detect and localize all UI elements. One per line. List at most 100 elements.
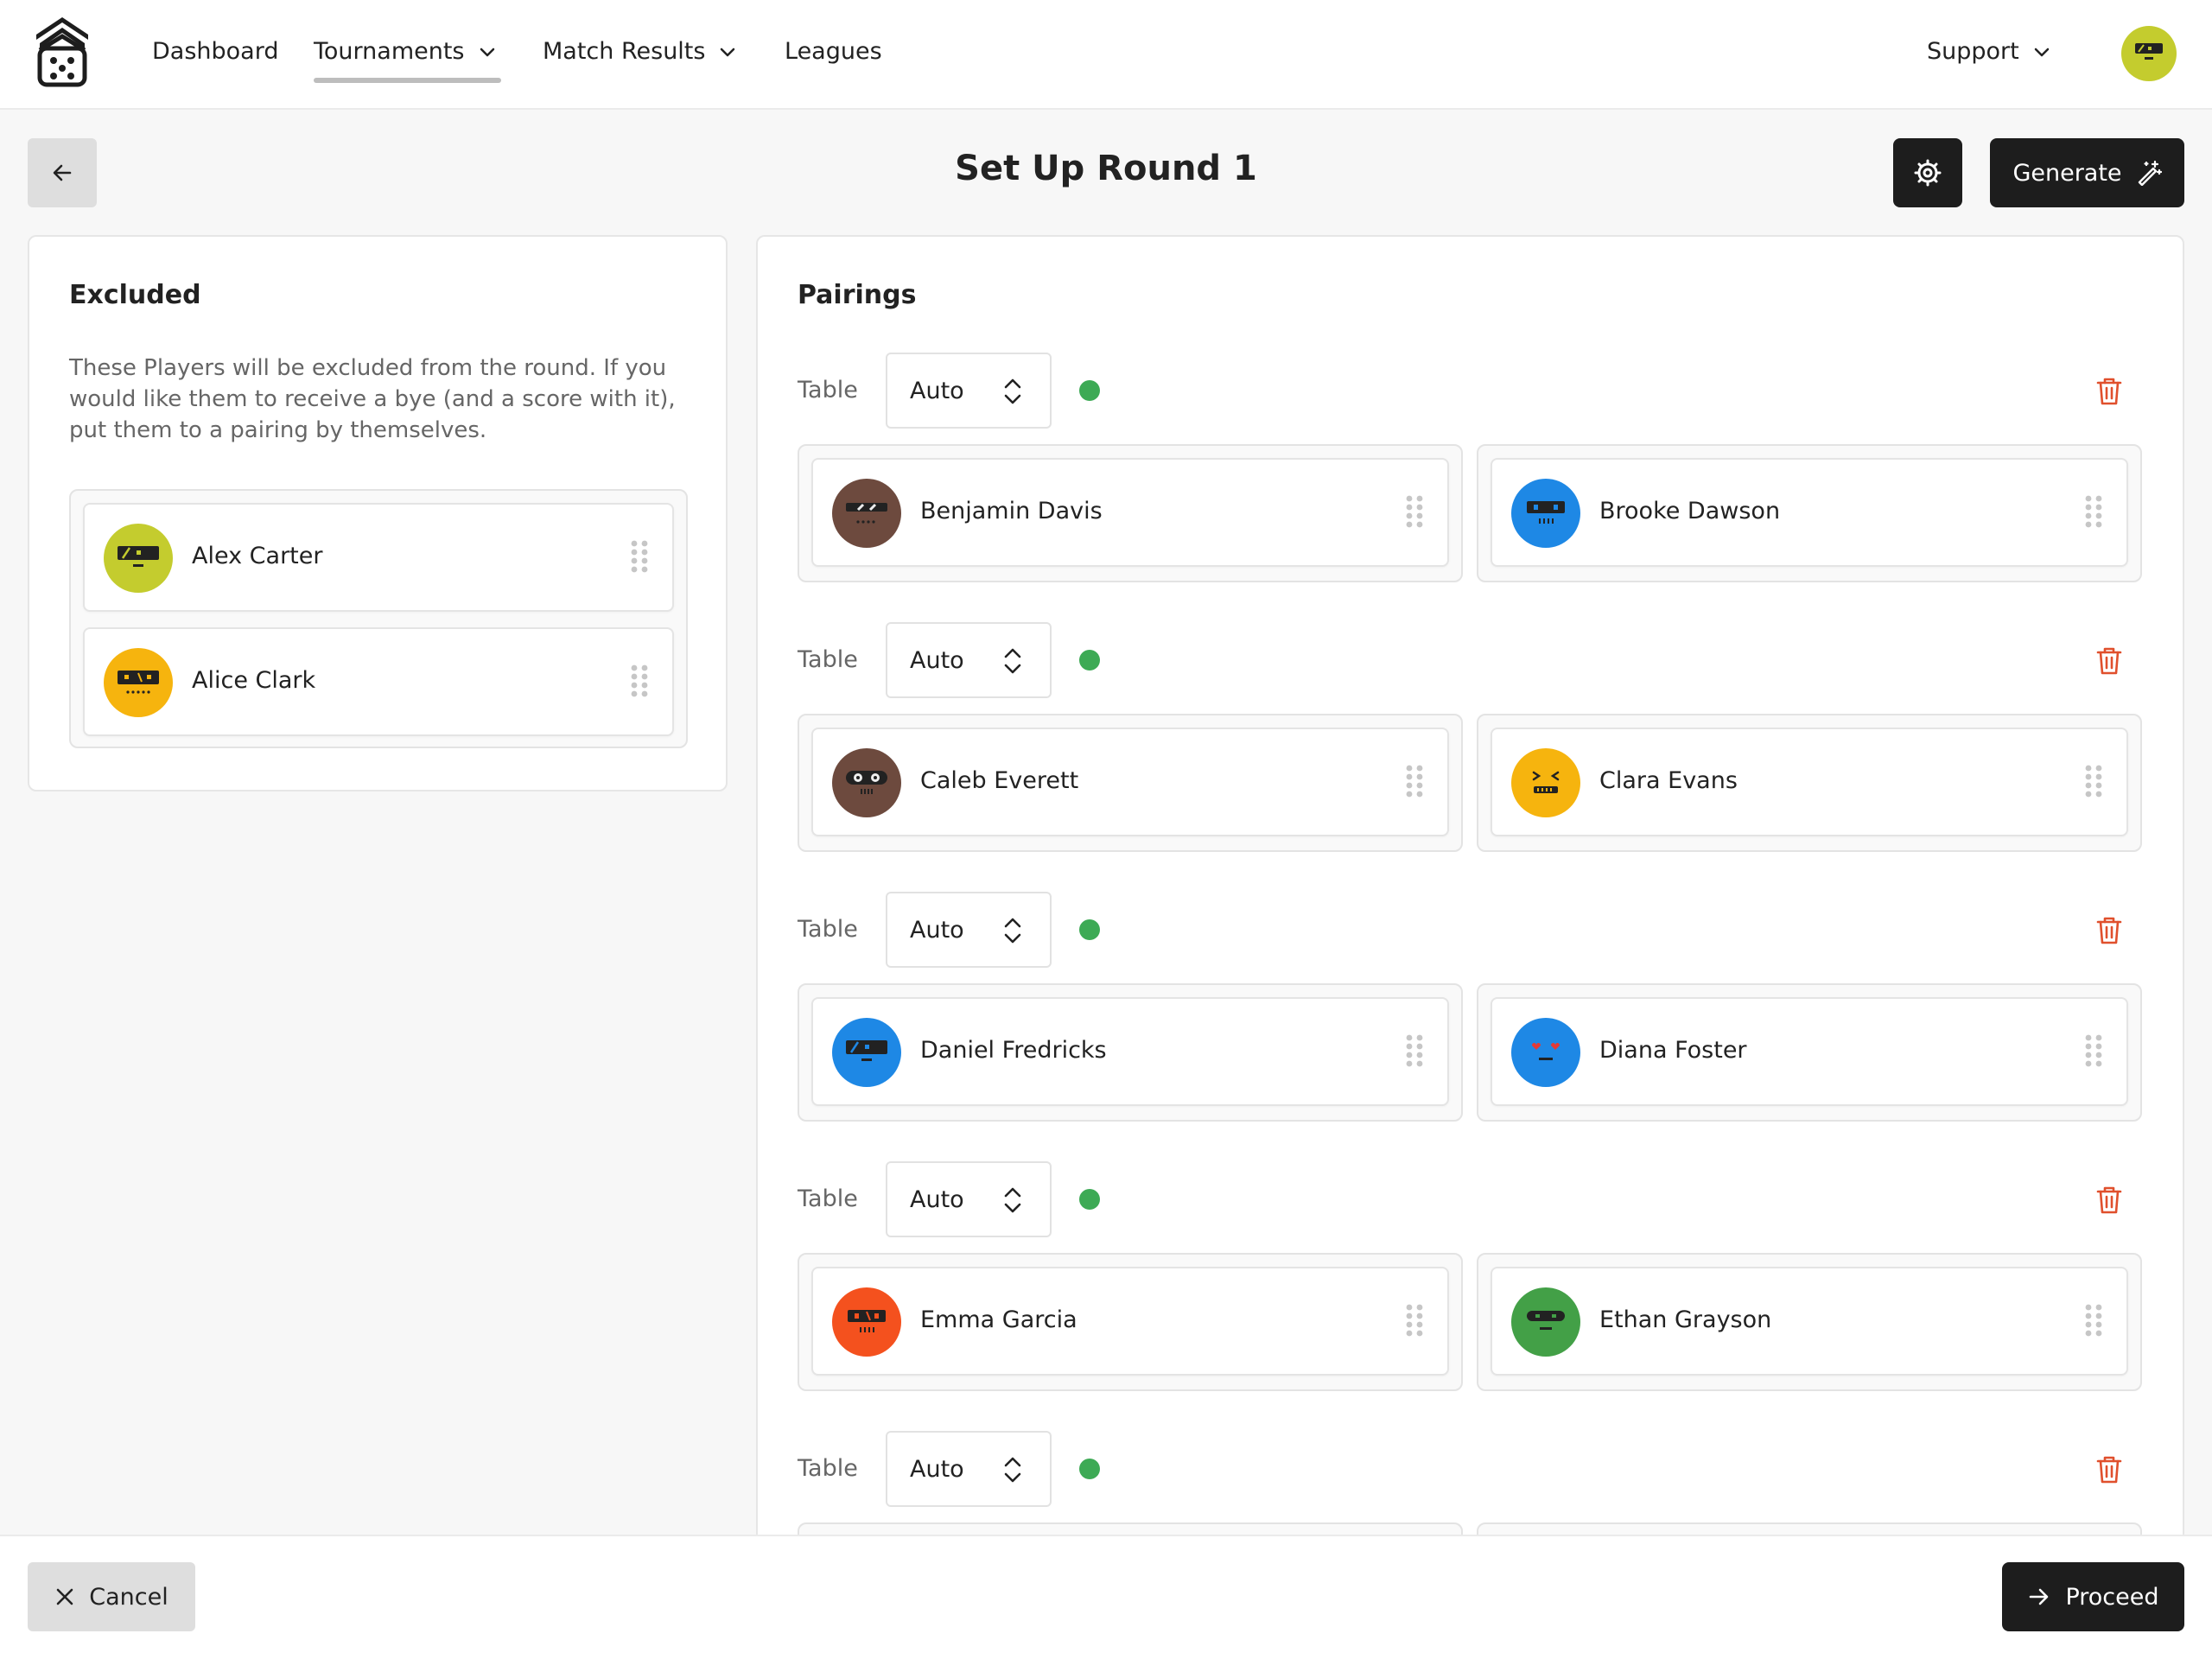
player-avatar [832,748,901,817]
nav-dashboard-label: Dashboard [152,38,279,65]
player-card[interactable]: Caleb Everett [811,728,1449,836]
nav-tournaments-label: Tournaments [314,38,465,65]
settings-button[interactable] [1893,138,1962,207]
nav-leagues-label: Leagues [785,38,882,65]
trash-icon[interactable] [2095,646,2123,676]
pairing-slot[interactable]: Emma Garcia [798,1253,1463,1391]
table-label: Table [798,377,858,404]
drag-handle-icon[interactable] [1406,1303,1423,1338]
drag-handle-icon[interactable] [631,539,648,574]
pairing-slot[interactable]: Caleb Everett [798,714,1463,852]
player-card[interactable]: Alex Carter [83,503,674,612]
pairing-slot[interactable]: Daniel Fredricks [798,983,1463,1122]
nav-leagues[interactable]: Leagues [785,38,882,65]
player-avatar [104,648,173,717]
pairing-slot[interactable]: Clara Evans [1477,714,2142,852]
status-dot [1079,650,1100,671]
chevron-updown-icon [1004,1187,1021,1213]
bottom-action-bar: Cancel Proceed [0,1535,2212,1659]
drag-handle-icon[interactable] [1406,1033,1423,1068]
proceed-button-label: Proceed [2065,1583,2159,1611]
back-button[interactable] [28,138,97,207]
table-select[interactable]: Auto [886,622,1052,698]
table-select[interactable]: Auto [886,892,1052,968]
chevron-down-icon [721,48,735,56]
player-card[interactable]: Emma Garcia [811,1267,1449,1376]
table-select[interactable]: Auto [886,1431,1052,1507]
proceed-button[interactable]: Proceed [2002,1562,2184,1631]
player-card[interactable]: Diana Foster [1491,997,2128,1106]
player-card[interactable]: Brooke Dawson [1491,458,2128,567]
excluded-description: These Players will be excluded from the … [69,355,676,443]
trash-icon[interactable] [2095,1185,2123,1215]
player-name: Ethan Grayson [1599,1306,1772,1333]
drag-handle-icon[interactable] [631,664,648,698]
robot-face-icon [1532,771,1560,793]
player-card[interactable]: Alice Clark [83,627,674,736]
chevron-updown-icon [1004,1457,1021,1483]
table-select[interactable]: Auto [886,1161,1052,1237]
drag-handle-icon[interactable] [1406,494,1423,529]
table-select-value: Auto [910,647,964,674]
robot-face-icon [1527,1311,1565,1330]
nav-dashboard[interactable]: Dashboard [152,38,278,65]
status-dot [1079,1459,1100,1479]
nav-match-results[interactable]: Match Results [543,38,738,65]
nav-match-results-label: Match Results [543,38,706,65]
robot-face-icon [1527,501,1565,524]
robot-face-icon [846,771,887,794]
nav-tournaments[interactable]: Tournaments [314,38,498,65]
drag-handle-icon[interactable] [2085,764,2102,798]
cancel-button[interactable]: Cancel [28,1562,195,1631]
table-select[interactable]: Auto [886,353,1052,429]
trash-icon[interactable] [2095,1455,2123,1484]
close-icon [56,1588,73,1605]
player-name: Alice Clark [192,667,316,694]
pairings-panel: Pairings Table Auto Benjamin Davis Brook… [756,235,2184,1548]
app-logo-icon[interactable] [35,16,90,88]
status-dot [1079,919,1100,940]
player-name: Emma Garcia [920,1306,1077,1333]
player-card[interactable]: Daniel Fredricks [811,997,1449,1106]
drag-handle-icon[interactable] [2085,1033,2102,1068]
pairing-slot[interactable]: Ethan Grayson [1477,1253,2142,1391]
player-name: Caleb Everett [920,767,1079,794]
trash-icon[interactable] [2095,916,2123,945]
player-name: Brooke Dawson [1599,498,1781,524]
robot-face-icon [846,503,887,524]
pairing-slot[interactable]: Brooke Dawson [1477,444,2142,582]
nav-support-label: Support [1927,38,2019,65]
player-name: Benjamin Davis [920,498,1103,524]
table-select-value: Auto [910,1456,964,1483]
drag-handle-icon[interactable] [1406,764,1423,798]
pairings-title: Pairings [798,280,917,310]
pairing-slot[interactable]: Diana Foster [1477,983,2142,1122]
robot-face-icon [2135,43,2163,60]
table-select-value: Auto [910,917,964,944]
drag-handle-icon[interactable] [2085,494,2102,529]
robot-face-icon [848,1310,886,1332]
status-dot [1079,1189,1100,1210]
user-avatar[interactable] [2121,26,2177,81]
player-avatar [832,1287,901,1357]
drag-handle-icon[interactable] [2085,1303,2102,1338]
player-card[interactable]: Clara Evans [1491,728,2128,836]
table-select-value: Auto [910,1186,964,1213]
nav-support[interactable]: Support [1927,38,2052,65]
magic-wand-icon [2138,160,2162,186]
player-card[interactable]: Ethan Grayson [1491,1267,2128,1376]
gear-icon [1914,159,1942,187]
trash-icon[interactable] [2095,377,2123,406]
excluded-title: Excluded [69,280,201,310]
generate-button[interactable]: Generate [1990,138,2184,207]
table-select-value: Auto [910,378,964,404]
player-avatar [1511,479,1580,548]
chevron-updown-icon [1004,378,1021,404]
player-avatar [104,524,173,593]
excluded-dropzone[interactable]: Alex Carter Alice Clark [69,489,688,748]
robot-face-icon [1532,1043,1560,1060]
player-name: Diana Foster [1599,1037,1747,1064]
cancel-button-label: Cancel [89,1583,168,1611]
pairing-slot[interactable]: Benjamin Davis [798,444,1463,582]
player-card[interactable]: Benjamin Davis [811,458,1449,567]
